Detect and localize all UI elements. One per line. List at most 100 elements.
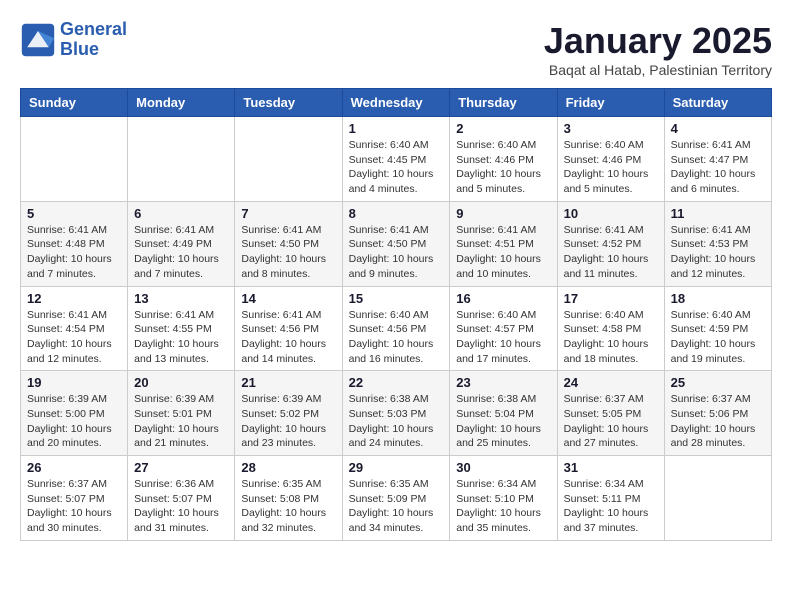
day-number: 6 [134, 206, 228, 221]
day-cell: 11 Sunrise: 6:41 AM Sunset: 4:53 PM Dayli… [664, 201, 771, 286]
day-cell: 9Sunrise: 6:41 AM Sunset: 4:51 PM Daylig… [450, 201, 557, 286]
day-number: 11 [671, 206, 765, 221]
day-number: 16 [456, 291, 550, 306]
day-info: Sunrise: 6:37 AM Sunset: 5:05 PM Dayligh… [564, 392, 658, 451]
day-cell: 28 Sunrise: 6:35 AM Sunset: 5:08 PM Dayli… [235, 456, 342, 541]
day-cell: 14 Sunrise: 6:41 AM Sunset: 4:56 PM Dayli… [235, 286, 342, 371]
day-info: Sunrise: 6:40 AM Sunset: 4:58 PM Dayligh… [564, 308, 658, 367]
weekday-header-saturday: Saturday [664, 89, 771, 117]
location: Baqat al Hatab, Palestinian Territory [544, 62, 772, 78]
weekday-header-tuesday: Tuesday [235, 89, 342, 117]
day-info: Sunrise: 6:39 AM Sunset: 5:01 PM Dayligh… [134, 392, 228, 451]
day-info: Sunrise: 6:40 AM Sunset: 4:46 PM Dayligh… [564, 138, 658, 197]
day-info: Sunrise: 6:37 AM Sunset: 5:06 PM Dayligh… [671, 392, 765, 451]
day-cell: 3 Sunrise: 6:40 AM Sunset: 4:46 PM Daylig… [557, 117, 664, 202]
day-cell [664, 456, 771, 541]
day-number: 29 [349, 460, 444, 475]
day-cell: 23 Sunrise: 6:38 AM Sunset: 5:04 PM Dayli… [450, 371, 557, 456]
weekday-header-monday: Monday [128, 89, 235, 117]
day-number: 14 [241, 291, 335, 306]
day-number: 28 [241, 460, 335, 475]
day-number: 3 [564, 121, 658, 136]
day-cell: 8 Sunrise: 6:41 AM Sunset: 4:50 PM Daylig… [342, 201, 450, 286]
day-number: 8 [349, 206, 444, 221]
day-number: 19 [27, 375, 121, 390]
page-header: General Blue January 2025 Baqat al Hatab… [20, 20, 772, 78]
day-info: Sunrise: 6:38 AM Sunset: 5:03 PM Dayligh… [349, 392, 444, 451]
day-cell: 21 Sunrise: 6:39 AM Sunset: 5:02 PM Dayli… [235, 371, 342, 456]
weekday-header-sunday: Sunday [21, 89, 128, 117]
day-info: Sunrise: 6:36 AM Sunset: 5:07 PM Dayligh… [134, 477, 228, 536]
day-info: Sunrise: 6:41 AM Sunset: 4:52 PM Dayligh… [564, 223, 658, 282]
day-info: Sunrise: 6:37 AM Sunset: 5:07 PM Dayligh… [27, 477, 121, 536]
day-cell: 20Sunrise: 6:39 AM Sunset: 5:01 PM Dayli… [128, 371, 235, 456]
day-number: 17 [564, 291, 658, 306]
day-cell: 7 Sunrise: 6:41 AM Sunset: 4:50 PM Daylig… [235, 201, 342, 286]
day-cell: 19 Sunrise: 6:39 AM Sunset: 5:00 PM Dayli… [21, 371, 128, 456]
day-info: Sunrise: 6:41 AM Sunset: 4:55 PM Dayligh… [134, 308, 228, 367]
day-number: 18 [671, 291, 765, 306]
day-info: Sunrise: 6:40 AM Sunset: 4:59 PM Dayligh… [671, 308, 765, 367]
weekday-header-friday: Friday [557, 89, 664, 117]
week-row-4: 19 Sunrise: 6:39 AM Sunset: 5:00 PM Dayli… [21, 371, 772, 456]
day-number: 5 [27, 206, 121, 221]
logo-text: General Blue [60, 20, 127, 60]
day-cell: 12 Sunrise: 6:41 AM Sunset: 4:54 PM Dayli… [21, 286, 128, 371]
day-number: 23 [456, 375, 550, 390]
day-info: Sunrise: 6:41 AM Sunset: 4:50 PM Dayligh… [349, 223, 444, 282]
day-cell: 30Sunrise: 6:34 AM Sunset: 5:10 PM Dayli… [450, 456, 557, 541]
day-info: Sunrise: 6:35 AM Sunset: 5:08 PM Dayligh… [241, 477, 335, 536]
day-cell [235, 117, 342, 202]
day-info: Sunrise: 6:41 AM Sunset: 4:56 PM Dayligh… [241, 308, 335, 367]
day-cell [128, 117, 235, 202]
logo-line1: General [60, 19, 127, 39]
day-number: 7 [241, 206, 335, 221]
month-title: January 2025 [544, 20, 772, 62]
day-number: 1 [349, 121, 444, 136]
calendar: SundayMondayTuesdayWednesdayThursdayFrid… [20, 88, 772, 541]
day-info: Sunrise: 6:41 AM Sunset: 4:51 PM Dayligh… [456, 223, 550, 282]
logo: General Blue [20, 20, 127, 60]
weekday-header-wednesday: Wednesday [342, 89, 450, 117]
day-cell: 16 Sunrise: 6:40 AM Sunset: 4:57 PM Dayli… [450, 286, 557, 371]
day-cell: 10 Sunrise: 6:41 AM Sunset: 4:52 PM Dayli… [557, 201, 664, 286]
day-cell: 18 Sunrise: 6:40 AM Sunset: 4:59 PM Dayli… [664, 286, 771, 371]
day-info: Sunrise: 6:41 AM Sunset: 4:49 PM Dayligh… [134, 223, 228, 282]
day-cell: 6 Sunrise: 6:41 AM Sunset: 4:49 PM Daylig… [128, 201, 235, 286]
day-number: 24 [564, 375, 658, 390]
day-cell: 13 Sunrise: 6:41 AM Sunset: 4:55 PM Dayli… [128, 286, 235, 371]
day-info: Sunrise: 6:39 AM Sunset: 5:00 PM Dayligh… [27, 392, 121, 451]
day-info: Sunrise: 6:39 AM Sunset: 5:02 PM Dayligh… [241, 392, 335, 451]
logo-icon [20, 22, 56, 58]
day-info: Sunrise: 6:41 AM Sunset: 4:50 PM Dayligh… [241, 223, 335, 282]
day-info: Sunrise: 6:41 AM Sunset: 4:48 PM Dayligh… [27, 223, 121, 282]
week-row-3: 12 Sunrise: 6:41 AM Sunset: 4:54 PM Dayli… [21, 286, 772, 371]
day-number: 25 [671, 375, 765, 390]
day-number: 13 [134, 291, 228, 306]
day-info: Sunrise: 6:40 AM Sunset: 4:45 PM Dayligh… [349, 138, 444, 197]
title-block: January 2025 Baqat al Hatab, Palestinian… [544, 20, 772, 78]
weekday-header-row: SundayMondayTuesdayWednesdayThursdayFrid… [21, 89, 772, 117]
day-info: Sunrise: 6:40 AM Sunset: 4:57 PM Dayligh… [456, 308, 550, 367]
week-row-5: 26 Sunrise: 6:37 AM Sunset: 5:07 PM Dayli… [21, 456, 772, 541]
day-number: 22 [349, 375, 444, 390]
day-number: 2 [456, 121, 550, 136]
day-number: 21 [241, 375, 335, 390]
day-info: Sunrise: 6:41 AM Sunset: 4:54 PM Dayligh… [27, 308, 121, 367]
day-cell: 27 Sunrise: 6:36 AM Sunset: 5:07 PM Dayli… [128, 456, 235, 541]
day-cell: 15 Sunrise: 6:40 AM Sunset: 4:56 PM Dayli… [342, 286, 450, 371]
day-info: Sunrise: 6:35 AM Sunset: 5:09 PM Dayligh… [349, 477, 444, 536]
day-info: Sunrise: 6:38 AM Sunset: 5:04 PM Dayligh… [456, 392, 550, 451]
day-info: Sunrise: 6:40 AM Sunset: 4:56 PM Dayligh… [349, 308, 444, 367]
day-info: Sunrise: 6:34 AM Sunset: 5:11 PM Dayligh… [564, 477, 658, 536]
day-cell: 22 Sunrise: 6:38 AM Sunset: 5:03 PM Dayli… [342, 371, 450, 456]
day-info: Sunrise: 6:41 AM Sunset: 4:53 PM Dayligh… [671, 223, 765, 282]
day-number: 10 [564, 206, 658, 221]
day-cell: 24 Sunrise: 6:37 AM Sunset: 5:05 PM Dayli… [557, 371, 664, 456]
week-row-2: 5 Sunrise: 6:41 AM Sunset: 4:48 PM Daylig… [21, 201, 772, 286]
day-number: 26 [27, 460, 121, 475]
day-number: 12 [27, 291, 121, 306]
day-number: 27 [134, 460, 228, 475]
day-number: 15 [349, 291, 444, 306]
day-cell: 5 Sunrise: 6:41 AM Sunset: 4:48 PM Daylig… [21, 201, 128, 286]
